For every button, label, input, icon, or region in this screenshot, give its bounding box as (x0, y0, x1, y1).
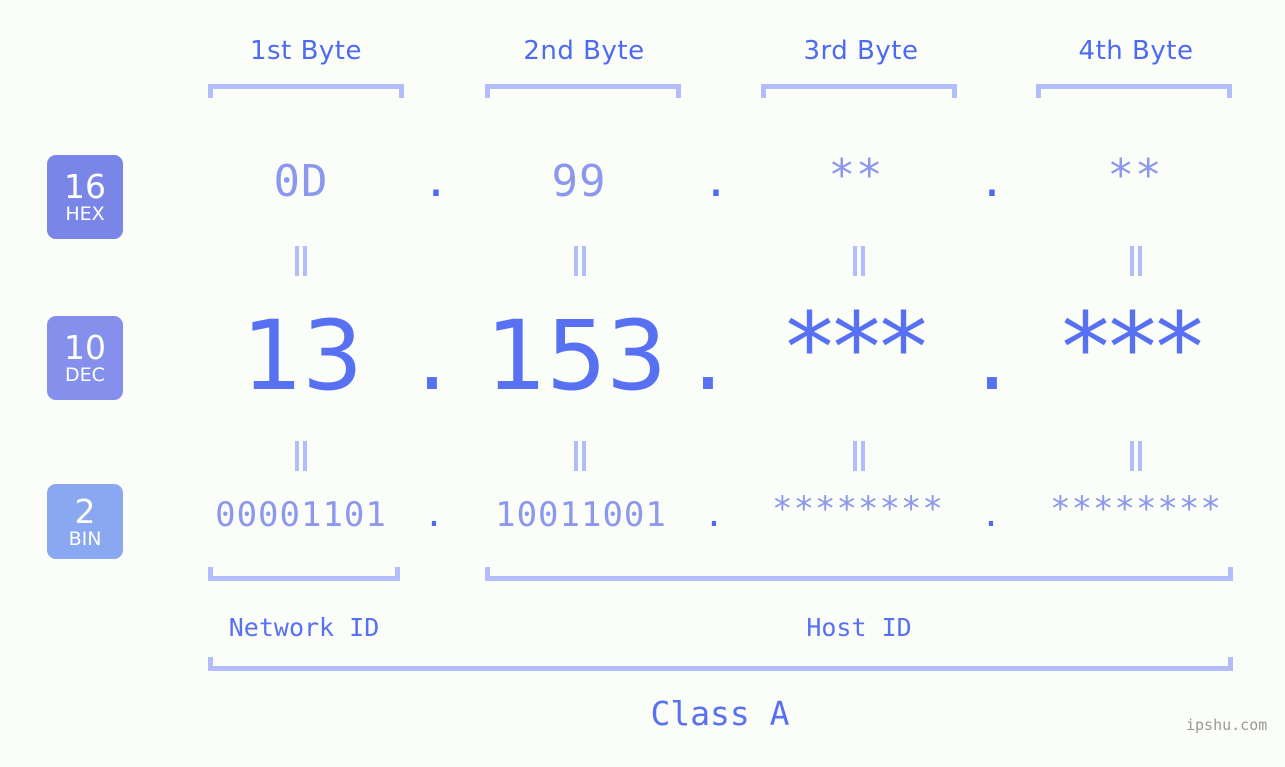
byte-bracket-4 (1036, 84, 1232, 98)
dec-byte-1: 13 (241, 300, 363, 412)
equality-mark-dec-bin-2 (572, 441, 588, 471)
equality-mark-hex-dec-1 (293, 246, 309, 276)
hex-byte-2: 99 (551, 156, 607, 207)
byte-header-2: 2nd Byte (523, 36, 645, 66)
dec-byte-4: *** (1061, 292, 1204, 404)
bin-byte-4: ******** (1050, 489, 1222, 529)
equality-mark-dec-bin-1 (293, 441, 309, 471)
bin-separator-1: . (423, 495, 445, 535)
hex-byte-3: ** (828, 150, 884, 201)
equality-mark-hex-dec-3 (851, 246, 867, 276)
equality-mark-dec-bin-3 (851, 441, 867, 471)
bin-separator-3: . (980, 495, 1002, 535)
dec-separator-3: . (976, 300, 1008, 412)
host-id-bracket (485, 567, 1233, 581)
ip-address-breakdown-diagram: 1st Byte 2nd Byte 3rd Byte 4th Byte 16 H… (0, 0, 1285, 767)
byte-bracket-1 (208, 84, 404, 98)
network-id-label: Network ID (228, 613, 380, 642)
dec-byte-3: *** (785, 292, 928, 404)
byte-header-3: 3rd Byte (803, 36, 919, 66)
bin-separator-2: . (703, 495, 725, 535)
site-watermark: ipshu.com (1186, 716, 1268, 734)
base-badge-hex-label: HEX (65, 203, 105, 225)
network-id-bracket (208, 567, 400, 581)
byte-bracket-2 (485, 84, 681, 98)
hex-byte-1: 0D (273, 156, 329, 207)
byte-bracket-3 (761, 84, 957, 98)
byte-header-4: 4th Byte (1078, 36, 1194, 66)
bin-byte-2: 10011001 (495, 495, 667, 535)
base-badge-dec-label: DEC (65, 364, 105, 386)
base-badge-bin: 2 BIN (47, 484, 123, 559)
base-badge-dec-number: 10 (64, 328, 106, 367)
class-bracket (208, 657, 1233, 671)
equality-mark-hex-dec-2 (572, 246, 588, 276)
hex-separator-2: . (702, 156, 730, 207)
host-id-label: Host ID (806, 613, 912, 642)
dec-byte-2: 153 (485, 300, 667, 412)
equality-mark-hex-dec-4 (1128, 246, 1144, 276)
byte-header-1: 1st Byte (250, 36, 362, 66)
bin-byte-3: ******** (772, 489, 944, 529)
base-badge-bin-number: 2 (74, 491, 96, 531)
base-badge-bin-label: BIN (68, 527, 102, 550)
hex-byte-4: ** (1107, 150, 1163, 201)
bin-byte-1: 00001101 (215, 495, 387, 535)
dec-separator-1: . (416, 300, 448, 412)
base-badge-dec: 10 DEC (47, 316, 123, 400)
class-label: Class A (650, 694, 790, 733)
equality-mark-dec-bin-4 (1128, 441, 1144, 471)
base-badge-hex: 16 HEX (47, 155, 123, 239)
base-badge-hex-number: 16 (64, 167, 106, 206)
hex-separator-1: . (422, 156, 450, 207)
hex-separator-3: . (978, 156, 1006, 207)
dec-separator-2: . (692, 300, 724, 412)
